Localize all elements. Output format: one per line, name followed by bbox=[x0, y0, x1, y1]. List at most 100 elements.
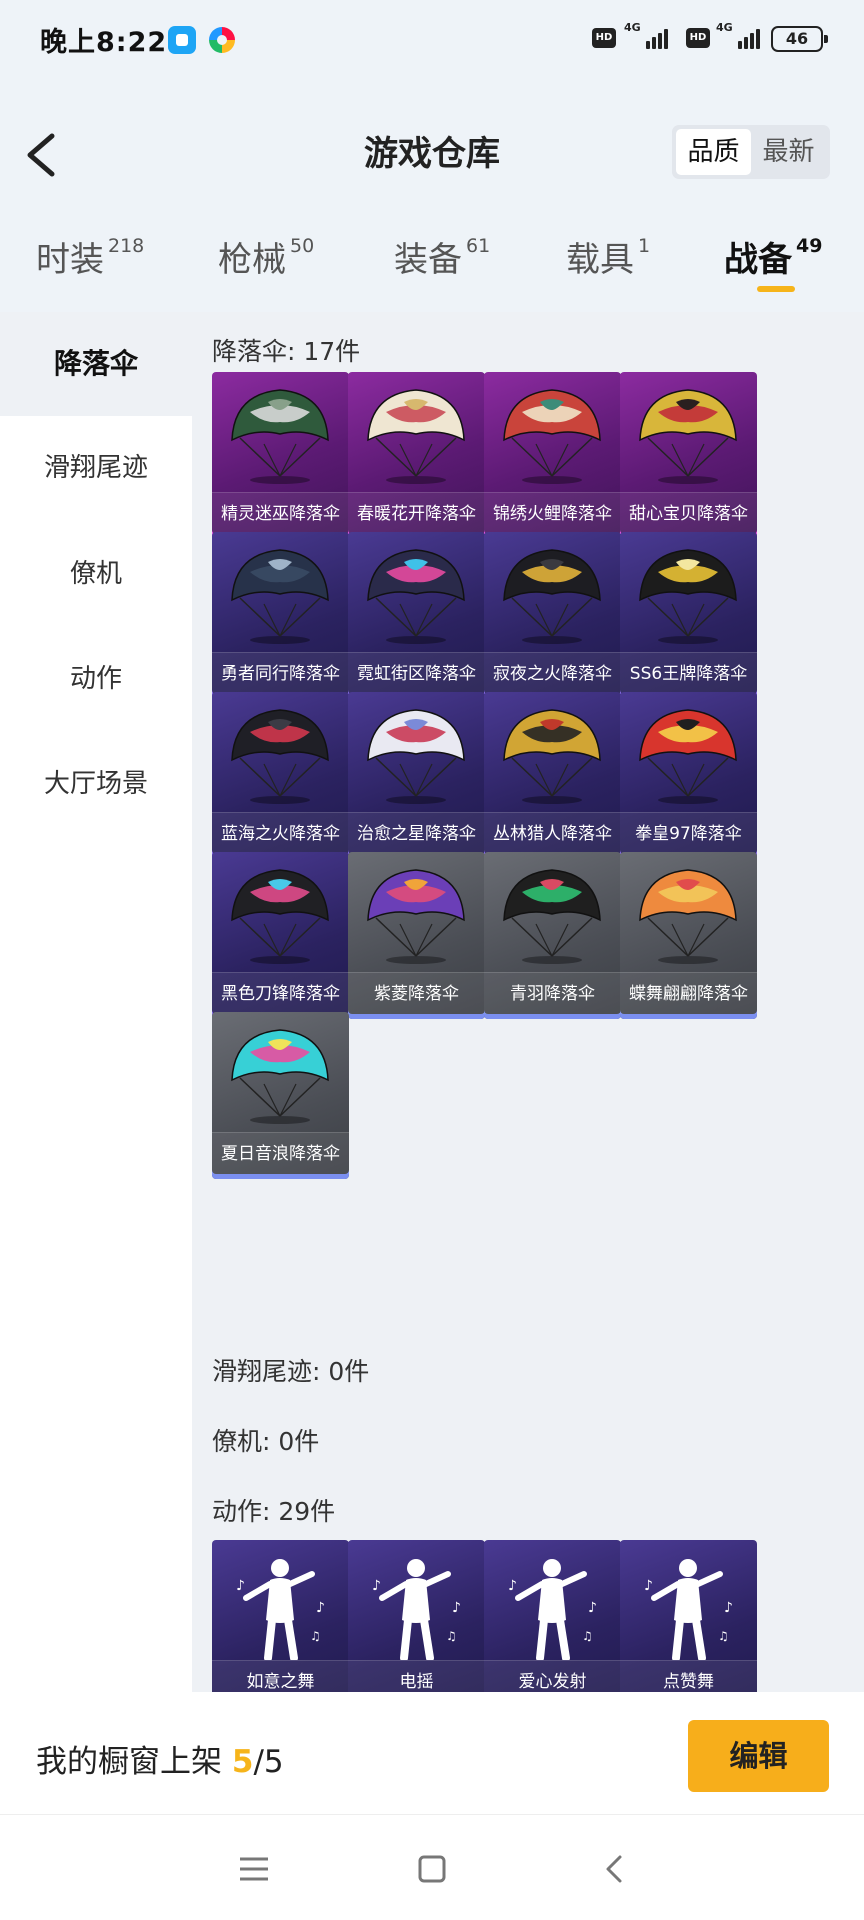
parachute-card[interactable]: 黑色刀锋降落伞 bbox=[212, 852, 349, 1019]
parachute-card[interactable]: 蝶舞翩翩降落伞 bbox=[620, 852, 757, 1019]
battery-icon: 46 bbox=[771, 26, 828, 52]
parachute-card-name: 霓虹街区降落伞 bbox=[348, 652, 485, 694]
parachute-card[interactable]: 精灵迷巫降落伞 bbox=[212, 372, 349, 539]
emote-card[interactable]: ♪ ♪ ♫ 电摇 bbox=[348, 1540, 485, 1692]
parachute-icon bbox=[231, 709, 329, 804]
parachute-icon bbox=[503, 389, 601, 484]
svg-text:♫: ♫ bbox=[582, 1629, 593, 1643]
signal-icon-2: 4G bbox=[716, 21, 762, 51]
parachute-card-name: SS6王牌降落伞 bbox=[620, 652, 757, 694]
parachute-icon bbox=[367, 869, 465, 964]
tab-vehicles[interactable]: 载具 1 bbox=[566, 232, 650, 281]
parachute-card-name: 甜心宝贝降落伞 bbox=[620, 492, 757, 534]
tab-fashion[interactable]: 时装 218 bbox=[36, 232, 144, 281]
svg-text:♫: ♫ bbox=[310, 1629, 321, 1643]
hd-icon-2: HD bbox=[686, 28, 710, 48]
menu-icon[interactable] bbox=[236, 1851, 272, 1887]
parachute-icon bbox=[367, 709, 465, 804]
parachute-card-name: 拳皇97降落伞 bbox=[620, 812, 757, 854]
sort-toggle[interactable]: 品质 最新 bbox=[672, 125, 830, 179]
parachute-card[interactable]: 锦绣火鲤降落伞 bbox=[484, 372, 621, 539]
parachute-card-name: 精灵迷巫降落伞 bbox=[212, 492, 349, 534]
parachute-icon bbox=[231, 549, 329, 644]
sort-quality-option[interactable]: 品质 bbox=[676, 129, 751, 175]
emote-card-name: 爱心发射 bbox=[484, 1660, 621, 1692]
parachute-card-name: 锦绣火鲤降落伞 bbox=[484, 492, 621, 534]
parachute-card-name: 黑色刀锋降落伞 bbox=[212, 972, 349, 1014]
parachute-card[interactable]: 蓝海之火降落伞 bbox=[212, 692, 349, 859]
back-icon[interactable] bbox=[596, 1851, 632, 1887]
status-time: 晚上8:22 bbox=[40, 27, 168, 58]
parachute-card[interactable]: 丛林猎人降落伞 bbox=[484, 692, 621, 859]
sidebar-item-emote[interactable]: 动作 bbox=[0, 627, 192, 731]
emote-card-name: 点赞舞 bbox=[620, 1660, 757, 1692]
parachute-icon bbox=[639, 869, 737, 964]
svg-text:♪: ♪ bbox=[508, 1578, 517, 1594]
parachute-card[interactable]: SS6王牌降落伞 bbox=[620, 532, 757, 699]
section-title-glide-trail: 滑翔尾迹: 0件 bbox=[212, 1357, 370, 1386]
hd-icon: HD bbox=[592, 28, 616, 48]
sidebar-item-glide-trail[interactable]: 滑翔尾迹 bbox=[0, 416, 192, 520]
sidebar-item-parachute[interactable]: 降落伞 bbox=[0, 312, 192, 416]
emote-card-name: 如意之舞 bbox=[212, 1660, 349, 1692]
parachute-card[interactable]: 甜心宝贝降落伞 bbox=[620, 372, 757, 539]
home-icon[interactable] bbox=[414, 1851, 450, 1887]
category-tabs: 时装 218 枪械 50 装备 61 载具 1 战备 49 bbox=[0, 226, 864, 306]
parachute-card-name: 夏日音浪降落伞 bbox=[212, 1132, 349, 1174]
parachute-card[interactable]: 拳皇97降落伞 bbox=[620, 692, 757, 859]
edit-button[interactable]: 编辑 bbox=[688, 1720, 829, 1792]
emote-card-name: 电摇 bbox=[348, 1660, 485, 1692]
svg-text:♫: ♫ bbox=[718, 1629, 729, 1643]
parachute-card[interactable]: 青羽降落伞 bbox=[484, 852, 621, 1019]
showcase-total: /5 bbox=[253, 1744, 284, 1780]
parachute-icon bbox=[231, 869, 329, 964]
emote-card[interactable]: ♪ ♪ ♫ 点赞舞 bbox=[620, 1540, 757, 1692]
parachute-icon bbox=[367, 549, 465, 644]
sidebar-item-lobby-scene[interactable]: 大厅场景 bbox=[0, 732, 192, 836]
parachute-icon bbox=[231, 1029, 329, 1124]
parachute-card-name: 勇者同行降落伞 bbox=[212, 652, 349, 694]
dancer-icon: ♪ ♪ ♫ bbox=[644, 1559, 733, 1660]
parachute-icon bbox=[639, 389, 737, 484]
tab-supplies[interactable]: 战备 49 bbox=[724, 232, 822, 281]
svg-text:♪: ♪ bbox=[236, 1578, 245, 1594]
svg-text:♪: ♪ bbox=[372, 1578, 381, 1594]
svg-text:♪: ♪ bbox=[452, 1600, 461, 1616]
svg-text:♪: ♪ bbox=[588, 1600, 597, 1616]
parachute-card[interactable]: 勇者同行降落伞 bbox=[212, 532, 349, 699]
dancer-icon: ♪ ♪ ♫ bbox=[508, 1559, 597, 1660]
parachute-icon bbox=[639, 549, 737, 644]
parachute-card-name: 丛林猎人降落伞 bbox=[484, 812, 621, 854]
parachute-card-name: 青羽降落伞 bbox=[484, 972, 621, 1014]
parachute-card[interactable]: 紫菱降落伞 bbox=[348, 852, 485, 1019]
parachute-card[interactable]: 夏日音浪降落伞 bbox=[212, 1012, 349, 1179]
parachute-card-name: 寂夜之火降落伞 bbox=[484, 652, 621, 694]
app-notification-icon bbox=[168, 26, 196, 54]
status-bar: 晚上8:22 HD 4G HD 4G 46 bbox=[0, 0, 864, 78]
showcase-bar: 我的橱窗上架 5/5 编辑 bbox=[0, 1692, 864, 1814]
parachute-card-name: 蝶舞翩翩降落伞 bbox=[620, 972, 757, 1014]
emote-card[interactable]: ♪ ♪ ♫ 爱心发射 bbox=[484, 1540, 621, 1692]
parachute-card[interactable]: 治愈之星降落伞 bbox=[348, 692, 485, 859]
parachute-icon bbox=[367, 389, 465, 484]
parachute-card[interactable]: 春暖花开降落伞 bbox=[348, 372, 485, 539]
parachute-card-name: 蓝海之火降落伞 bbox=[212, 812, 349, 854]
tab-weapons[interactable]: 枪械 50 bbox=[218, 232, 314, 281]
section-title-emote: 动作: 29件 bbox=[212, 1497, 336, 1526]
section-title-wingman: 僚机: 0件 bbox=[212, 1427, 320, 1456]
parachute-icon bbox=[503, 709, 601, 804]
parachute-icon bbox=[639, 709, 737, 804]
parachute-card[interactable]: 霓虹街区降落伞 bbox=[348, 532, 485, 699]
sort-latest-option[interactable]: 最新 bbox=[751, 129, 826, 175]
parachute-card-name: 治愈之星降落伞 bbox=[348, 812, 485, 854]
parachute-icon bbox=[231, 389, 329, 484]
sidebar-item-wingman[interactable]: 僚机 bbox=[0, 522, 192, 626]
tab-equipment[interactable]: 装备 61 bbox=[394, 232, 490, 281]
section-title-parachute: 降落伞: 17件 bbox=[212, 337, 361, 366]
svg-text:♪: ♪ bbox=[644, 1578, 653, 1594]
dancer-icon: ♪ ♪ ♫ bbox=[236, 1559, 325, 1660]
parachute-icon bbox=[503, 549, 601, 644]
parachute-card-name: 春暖花开降落伞 bbox=[348, 492, 485, 534]
parachute-card[interactable]: 寂夜之火降落伞 bbox=[484, 532, 621, 699]
emote-card[interactable]: ♪ ♪ ♫ 如意之舞 bbox=[212, 1540, 349, 1692]
